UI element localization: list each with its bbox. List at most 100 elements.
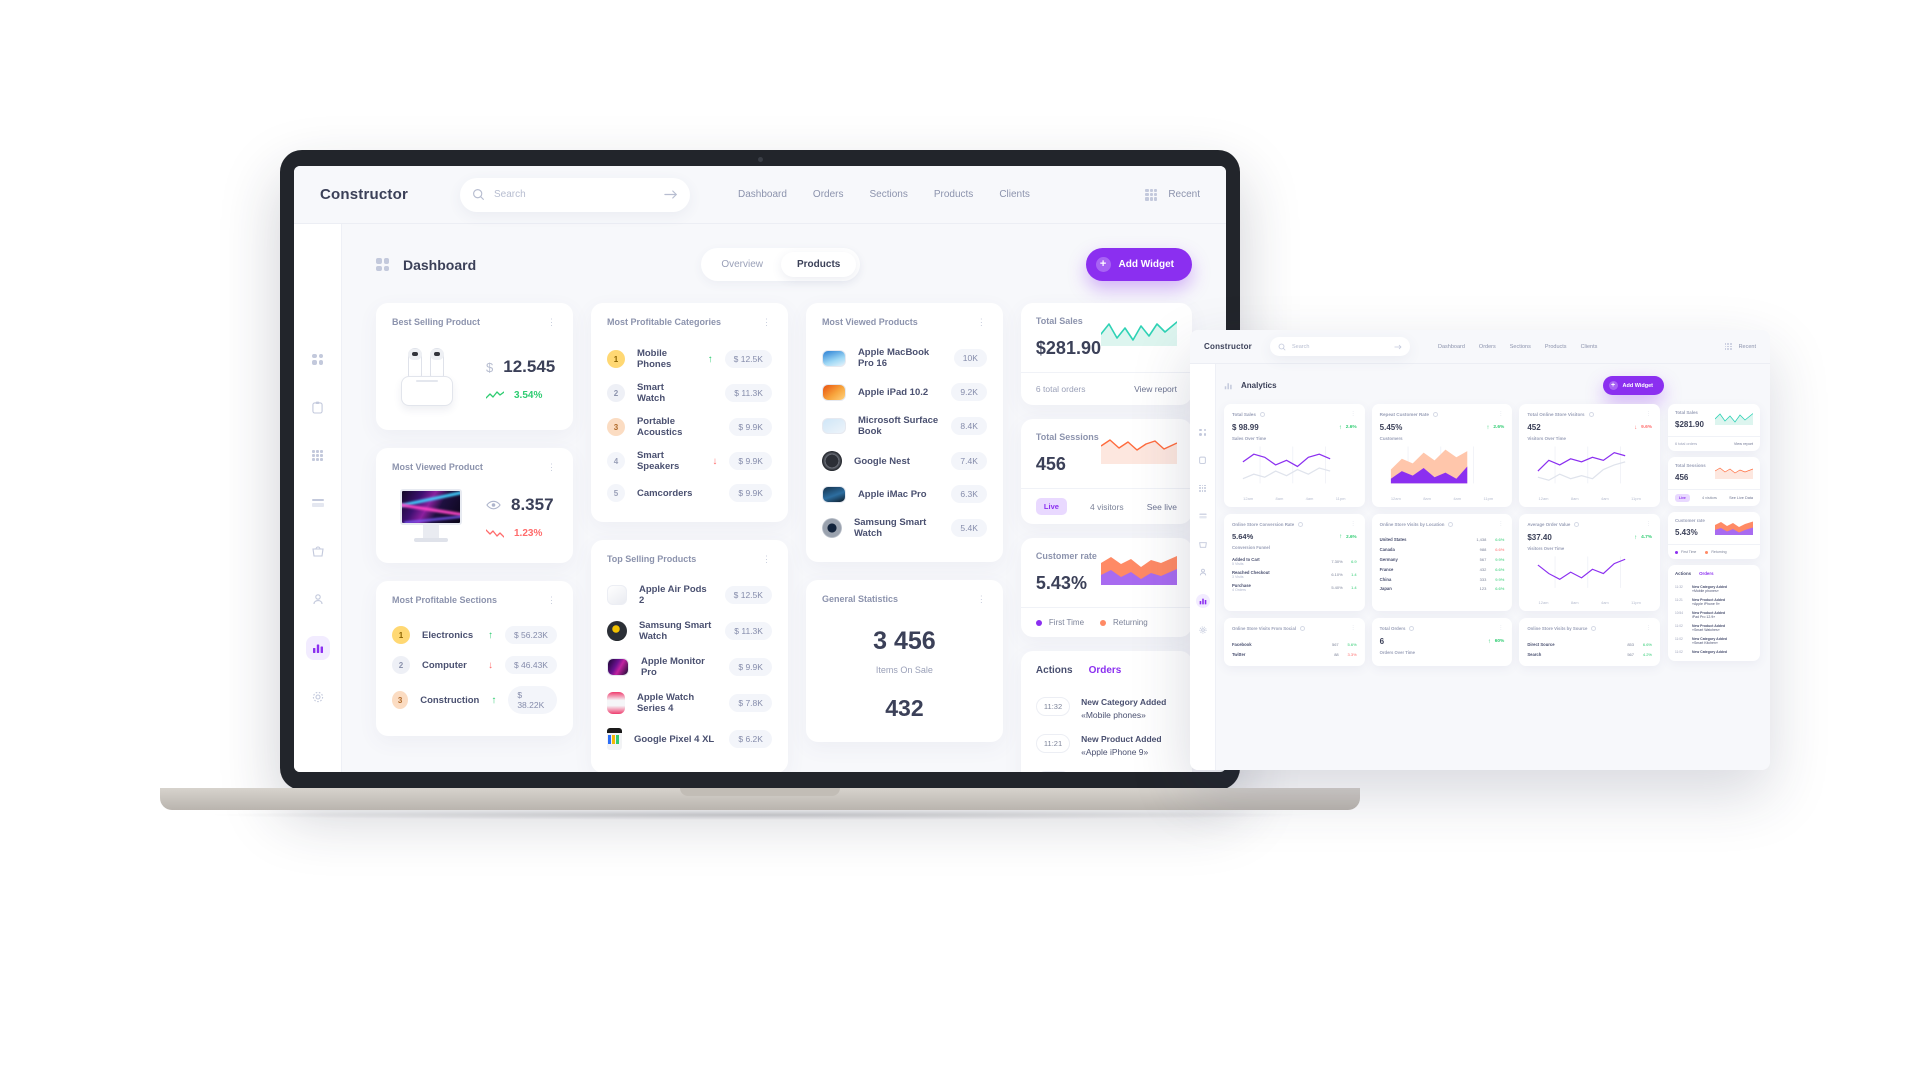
info-icon[interactable] <box>1299 625 1305 631</box>
search-input[interactable]: Search <box>494 189 664 200</box>
list-item[interactable]: Samsung Smart Watch 5.4K <box>821 510 987 546</box>
card-menu-icon[interactable]: ⋮ <box>1646 625 1652 631</box>
list-item[interactable]: 5 Camcorders $ 9.9K <box>606 478 772 508</box>
list-item[interactable]: Apple iPad 10.2 9.2K <box>821 376 987 408</box>
list-item[interactable]: Apple MacBook Pro 16 10K <box>821 340 987 376</box>
add-widget-button[interactable]: + Add Widget <box>1085 248 1192 281</box>
card-menu-icon[interactable]: ⋮ <box>1498 625 1504 631</box>
nav-item-products[interactable]: Products <box>934 189 973 200</box>
tab-overview[interactable]: Overview <box>705 252 779 277</box>
view-segment-control[interactable]: Overview Products <box>701 248 861 281</box>
card-menu-icon[interactable]: ⋮ <box>1351 411 1357 417</box>
floating-recent-group[interactable]: Recent <box>1724 343 1756 350</box>
see-live-link[interactable]: See live <box>1147 502 1177 512</box>
info-icon[interactable] <box>1448 521 1454 527</box>
card-menu-icon[interactable]: ⋮ <box>1498 521 1504 527</box>
nav-item-dashboard[interactable]: Dashboard <box>1438 344 1465 350</box>
info-icon[interactable] <box>1591 625 1597 631</box>
nav-item-clients[interactable]: Clients <box>999 189 1030 200</box>
sidebar-item-analytics[interactable] <box>305 636 330 660</box>
list-item[interactable]: 3 Portable Acoustics $ 9.9K <box>606 410 772 444</box>
list-item[interactable]: 11:32 New Category Added «Mobile phones» <box>1675 582 1753 595</box>
list-item[interactable]: 10:54 New Product Added iPad Pro 12.9» <box>1035 764 1177 772</box>
tab-orders[interactable]: Orders <box>1699 571 1713 576</box>
list-item[interactable]: 2 Computer ↓ $ 46.43K <box>392 650 557 680</box>
floating-brand-logo[interactable]: Constructor <box>1204 342 1270 351</box>
floating-add-widget-button[interactable]: + Add Widget <box>1602 376 1664 395</box>
nav-item-products[interactable]: Products <box>1545 344 1567 350</box>
floating-search-input[interactable]: Search <box>1292 344 1394 350</box>
nav-item-sections[interactable]: Sections <box>1510 344 1531 350</box>
card-menu-icon[interactable]: ⋮ <box>1351 625 1357 631</box>
sidebar-item-dashboard[interactable] <box>307 348 329 370</box>
list-item[interactable]: 11:02 New Product Added «Smart Watches» <box>1675 621 1753 634</box>
info-icon[interactable] <box>1409 625 1415 631</box>
sidebar-item-analytics[interactable] <box>1195 594 1210 608</box>
list-item[interactable]: Apple Monitor Pro $ 9.9K <box>606 649 772 685</box>
list-item[interactable]: 11:21 New Product Added «Apple iPhone 9» <box>1035 727 1177 764</box>
search-box[interactable]: Search <box>460 177 690 212</box>
view-report-link[interactable]: View report <box>1734 442 1753 446</box>
sidebar-item-sections[interactable] <box>1197 482 1209 494</box>
list-item[interactable]: 2 Smart Watch $ 11.3K <box>606 376 772 410</box>
sidebar-item-orders[interactable] <box>1197 454 1209 466</box>
tab-actions[interactable]: Actions <box>1036 665 1073 676</box>
sidebar-item-list[interactable] <box>1197 510 1209 522</box>
sidebar-item-products[interactable] <box>1197 538 1209 550</box>
nav-item-orders[interactable]: Orders <box>1479 344 1496 350</box>
list-item[interactable]: Google Nest 7.4K <box>821 444 987 478</box>
card-menu-icon[interactable]: ⋮ <box>547 462 557 473</box>
recent-label[interactable]: Recent <box>1739 344 1756 350</box>
floating-search-box[interactable]: Search <box>1270 337 1410 356</box>
info-icon[interactable] <box>1588 411 1594 417</box>
card-menu-icon[interactable]: ⋮ <box>547 595 557 606</box>
list-item[interactable]: 11:02 New Category Added <box>1675 647 1753 656</box>
list-item[interactable]: Apple Air Pods 2 $ 12.5K <box>606 577 772 613</box>
sidebar-item-list[interactable] <box>307 492 329 514</box>
info-icon[interactable] <box>1298 521 1304 527</box>
list-item[interactable]: 3 Construction ↑ $ 38.22K <box>392 680 557 720</box>
card-menu-icon[interactable]: ⋮ <box>1646 521 1652 527</box>
recent-group[interactable]: Recent <box>1145 188 1200 201</box>
card-menu-icon[interactable]: ⋮ <box>762 554 772 565</box>
nav-item-orders[interactable]: Orders <box>813 189 844 200</box>
card-menu-icon[interactable]: ⋮ <box>762 317 772 328</box>
list-item[interactable]: 1 Mobile Phones ↑ $ 12.5K <box>606 342 772 376</box>
sidebar-item-orders[interactable] <box>307 396 329 418</box>
nav-item-sections[interactable]: Sections <box>869 189 907 200</box>
list-item[interactable]: 11:02 New Category Added «Smart Kitchen» <box>1675 634 1753 647</box>
list-item[interactable]: 10:54 New Product Added iPad Pro 12.9» <box>1675 608 1753 621</box>
see-live-link[interactable]: See Live Data <box>1729 496 1753 500</box>
list-item[interactable]: Samsung Smart Watch $ 11.3K <box>606 613 772 649</box>
list-item[interactable]: Apple iMac Pro 6.3K <box>821 478 987 510</box>
sidebar-item-clients[interactable] <box>307 588 329 610</box>
sidebar-item-settings[interactable] <box>307 686 329 708</box>
view-report-link[interactable]: View report <box>1134 384 1177 394</box>
info-icon[interactable] <box>1432 411 1438 417</box>
tab-products[interactable]: Products <box>781 252 857 277</box>
list-item[interactable]: 4 Smart Speakers ↓ $ 9.9K <box>606 444 772 478</box>
card-menu-icon[interactable]: ⋮ <box>977 594 987 605</box>
list-item[interactable]: Google Pixel 4 XL $ 6.2K <box>606 721 772 757</box>
list-item[interactable]: Microsoft Surface Book 8.4K <box>821 408 987 444</box>
card-menu-icon[interactable]: ⋮ <box>1498 411 1504 417</box>
sidebar-item-sections[interactable] <box>307 444 329 466</box>
sidebar-item-products[interactable] <box>307 540 329 562</box>
nav-item-clients[interactable]: Clients <box>1581 344 1598 350</box>
card-menu-icon[interactable]: ⋮ <box>977 317 987 328</box>
brand-logo[interactable]: Constructor <box>320 186 460 203</box>
tab-orders[interactable]: Orders <box>1089 665 1122 676</box>
list-item[interactable]: 11:21 New Product Added «Apple iPhone 9» <box>1675 595 1753 608</box>
nav-item-dashboard[interactable]: Dashboard <box>738 189 787 200</box>
card-menu-icon[interactable]: ⋮ <box>547 317 557 328</box>
card-menu-icon[interactable]: ⋮ <box>1351 521 1357 527</box>
arrow-right-icon[interactable] <box>664 189 678 200</box>
list-item[interactable]: Apple Watch Series 4 $ 7.8K <box>606 685 772 721</box>
apps-grid-icon[interactable] <box>1145 188 1158 201</box>
list-item[interactable]: 1 Electronics ↑ $ 56.23K <box>392 620 557 650</box>
sidebar-item-dashboard[interactable] <box>1197 426 1209 438</box>
card-menu-icon[interactable]: ⋮ <box>1646 411 1652 417</box>
list-item[interactable]: 11:32 New Category Added «Mobile phones» <box>1035 690 1177 727</box>
apps-grid-icon[interactable] <box>1724 343 1732 350</box>
info-icon[interactable] <box>1259 411 1265 417</box>
